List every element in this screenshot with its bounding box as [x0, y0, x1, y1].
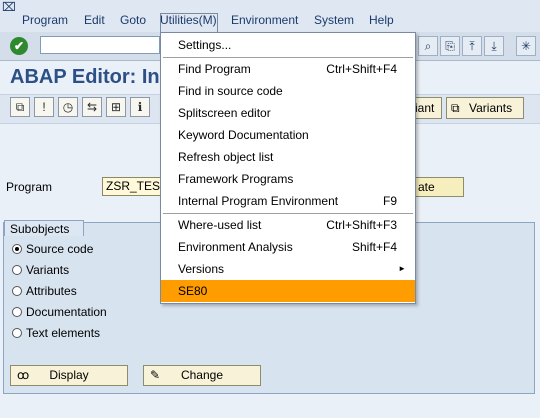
variants-icon: ⧉ — [451, 101, 460, 115]
utilities-dropdown-menu: Settings... Find Program Ctrl+Shift+F4 F… — [160, 32, 416, 304]
menuitem-label: Framework Programs — [178, 172, 294, 186]
variants-label: Variants — [469, 101, 513, 115]
activate-icon[interactable]: ◷ — [58, 97, 78, 117]
radio-icon[interactable] — [12, 328, 22, 338]
radio-text-elements[interactable]: Text elements — [12, 326, 100, 340]
menu-system[interactable]: System — [314, 13, 354, 27]
display-button[interactable]: ꝏ Display — [10, 365, 128, 386]
radio-variants[interactable]: Variants — [12, 263, 69, 277]
other-object-icon[interactable]: ⧉ — [10, 97, 30, 117]
menuitem-label: Refresh object list — [178, 150, 274, 164]
menu-environment[interactable]: Environment — [231, 13, 298, 27]
menuitem-label: Versions — [178, 262, 225, 276]
change-button[interactable]: ✎ Change — [143, 365, 261, 386]
menuitem-versions[interactable]: Versions ► — [161, 258, 415, 280]
menuitem-framework-programs[interactable]: Framework Programs — [161, 168, 415, 190]
find-icon[interactable]: ⌕ — [418, 36, 438, 56]
radio-label: Text elements — [26, 326, 101, 340]
menuitem-se80[interactable]: SE80 — [161, 280, 415, 302]
radio-icon[interactable] — [12, 307, 22, 317]
menu-help[interactable]: Help — [369, 13, 394, 27]
program-label: Program — [6, 180, 53, 194]
radio-label: Variants — [26, 263, 70, 277]
subobjects-title: Subobjects — [4, 220, 84, 236]
menuitem-shortcut: Ctrl+Shift+F3 — [326, 218, 397, 232]
sap-menu-icon[interactable]: ⌧ — [2, 1, 16, 13]
menuitem-settings[interactable]: Settings... — [161, 34, 415, 56]
menuitem-label: SE80 — [178, 284, 208, 298]
display-glasses-icon: ꝏ — [17, 368, 30, 382]
radio-label: Source code — [26, 242, 94, 256]
program-input[interactable]: ZSR_TEST — [102, 177, 162, 196]
menu-program[interactable]: Program — [22, 13, 68, 27]
hierarchy-icon[interactable]: ⊞ — [106, 97, 126, 117]
radio-documentation[interactable]: Documentation — [12, 305, 107, 319]
menuitem-find-program[interactable]: Find Program Ctrl+Shift+F4 — [161, 58, 415, 80]
radio-label: Attributes — [26, 284, 77, 298]
last-page-icon[interactable]: ⤓ — [484, 36, 504, 56]
menuitem-label: Environment Analysis — [178, 240, 293, 254]
check-icon[interactable]: ! — [34, 97, 54, 117]
radio-icon[interactable] — [12, 265, 22, 275]
change-pencil-icon: ✎ — [150, 368, 161, 382]
menu-utilities[interactable]: Utilities(M) — [160, 13, 217, 27]
new-session-icon[interactable]: ✳ — [516, 36, 536, 56]
menuitem-shortcut: F9 — [382, 194, 397, 208]
menuitem-keyword-documentation[interactable]: Keyword Documentation — [161, 124, 415, 146]
menu-edit[interactable]: Edit — [84, 13, 105, 27]
variants-button[interactable]: ⧉ Variants — [446, 97, 524, 119]
menuitem-internal-program-environment[interactable]: Internal Program Environment F9 — [161, 190, 415, 212]
radio-label: Documentation — [26, 305, 107, 319]
first-page-icon[interactable]: ⤒ — [462, 36, 482, 56]
menuitem-label: Keyword Documentation — [178, 128, 309, 142]
menuitem-label: Find in source code — [178, 84, 283, 98]
radio-attributes[interactable]: Attributes — [12, 284, 77, 298]
enter-check-icon[interactable]: ✔ — [10, 37, 28, 55]
radio-selected-icon[interactable] — [12, 244, 22, 254]
radio-icon[interactable] — [12, 286, 22, 296]
menu-goto[interactable]: Goto — [120, 13, 146, 27]
menuitem-shortcut: Shift+F4 — [351, 240, 397, 254]
menuitem-label: Settings... — [178, 38, 232, 52]
menuitem-splitscreen-editor[interactable]: Splitscreen editor — [161, 102, 415, 124]
find-next-icon[interactable]: ⎘ — [440, 36, 460, 56]
info-icon[interactable]: ℹ — [130, 97, 150, 117]
menuitem-label: Splitscreen editor — [178, 106, 271, 120]
where-used-icon[interactable]: ⇆ — [82, 97, 102, 117]
radio-source-code[interactable]: Source code — [12, 242, 93, 256]
page-title: ABAP Editor: Init — [10, 66, 172, 88]
menuitem-label: Find Program — [178, 62, 251, 76]
change-label: Change — [180, 368, 224, 382]
command-field[interactable] — [40, 36, 160, 54]
menuitem-environment-analysis[interactable]: Environment Analysis Shift+F4 — [161, 236, 415, 258]
menuitem-find-in-source[interactable]: Find in source code — [161, 80, 415, 102]
submenu-arrow-icon: ► — [398, 264, 406, 273]
menuitem-label: Where-used list — [178, 218, 262, 232]
menuitem-shortcut: Ctrl+Shift+F4 — [326, 62, 397, 76]
menuitem-where-used-list[interactable]: Where-used list Ctrl+Shift+F3 — [161, 214, 415, 236]
display-label: Display — [49, 368, 89, 382]
menuitem-refresh-object-list[interactable]: Refresh object list — [161, 146, 415, 168]
menuitem-label: Internal Program Environment — [178, 194, 339, 208]
